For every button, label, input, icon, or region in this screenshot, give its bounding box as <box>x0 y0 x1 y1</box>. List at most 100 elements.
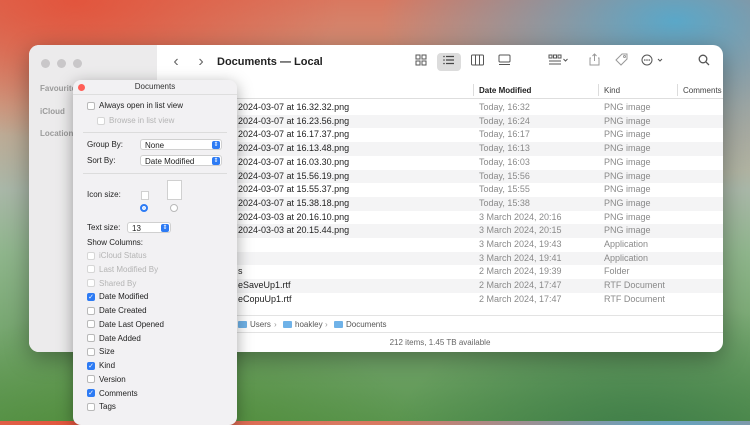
column-checkbox-last-modified-by[interactable]: Last Modified By <box>87 265 158 274</box>
group-icon[interactable] <box>545 53 571 71</box>
icon-view-icon[interactable] <box>410 53 432 71</box>
group-by-select[interactable]: None ⇕ <box>140 139 222 150</box>
column-checkbox-version[interactable]: Version <box>87 375 126 384</box>
small-icon-radio[interactable] <box>140 204 148 212</box>
chevron-updown-icon: ⇕ <box>212 141 220 149</box>
toolbar: ‹ › Documents — Local <box>157 45 723 82</box>
table-row[interactable]: 2024-03-07 at 15.55.37.png Today, 15:55 PN… <box>157 183 723 197</box>
column-checkbox-size[interactable]: Size <box>87 347 115 356</box>
file-kind: Folder <box>604 266 630 277</box>
table-row[interactable]: 2024-03-07 at 16.32.32.png Today, 16:32 PN… <box>157 101 723 115</box>
main-area: ‹ › Documents — Local Date Modified Kind… <box>157 45 723 352</box>
file-kind: PNG image <box>604 156 651 167</box>
list-view-icon[interactable] <box>437 53 461 71</box>
checkbox-icon <box>87 306 95 315</box>
table-row[interactable]: 2024-03-07 at 16.13.48.png Today, 16:13 PN… <box>157 142 723 156</box>
file-kind: PNG image <box>604 115 651 126</box>
table-row[interactable]: 2024-03-03 at 20.15.44.png 3 March 2024, … <box>157 224 723 238</box>
table-row[interactable]: eSaveUp1.rtf 2 March 2024, 17:47 RTF Docum… <box>157 279 723 293</box>
file-name: s <box>238 266 243 277</box>
traffic-lights <box>41 59 82 68</box>
file-kind: PNG image <box>604 211 651 222</box>
share-icon[interactable] <box>585 53 603 71</box>
table-row[interactable]: eCopuUp1.rtf 2 March 2024, 17:47 RTF Docum… <box>157 293 723 307</box>
more-icon[interactable] <box>639 53 667 71</box>
file-kind: PNG image <box>604 102 651 112</box>
column-checkbox-date-created[interactable]: Date Created <box>87 306 147 315</box>
file-kind: PNG image <box>604 184 651 195</box>
column-checkbox-date-last-opened[interactable]: Date Last Opened <box>87 320 164 329</box>
table-row[interactable]: 2024-03-07 at 15.38.18.png Today, 15:38 PN… <box>157 196 723 211</box>
folder-icon <box>238 321 247 328</box>
column-checkbox-kind[interactable]: ✓ Kind <box>87 361 115 370</box>
column-checkbox-comments[interactable]: ✓ Comments <box>87 389 138 398</box>
chevron-right-icon: › <box>325 320 328 329</box>
column-checkbox-shared-by[interactable]: Shared By <box>87 279 136 288</box>
file-kind: PNG image <box>604 129 651 140</box>
tag-icon[interactable] <box>612 53 630 71</box>
checkbox-icon <box>87 402 95 411</box>
table-row[interactable]: 3 March 2024, 19:43 Application <box>157 238 723 252</box>
panel-title: Documents <box>134 82 176 91</box>
path-item-users[interactable]: Users <box>238 320 271 329</box>
text-size-label: Text size: <box>87 223 121 232</box>
path-item-documents[interactable]: Documents <box>334 320 386 329</box>
column-date-modified[interactable]: Date Modified <box>479 86 531 95</box>
table-row[interactable]: 2024-03-07 at 16.03.30.png Today, 16:03 PN… <box>157 156 723 170</box>
always-open-list-checkbox[interactable]: Always open in list view <box>87 101 183 110</box>
close-window-button[interactable] <box>41 59 50 68</box>
table-row[interactable]: 2024-03-07 at 16.17.37.png Today, 16:17 PN… <box>157 128 723 142</box>
chevron-right-icon[interactable]: › <box>193 53 209 71</box>
group-by-label: Group By: <box>87 140 124 149</box>
file-name: 2024-03-07 at 15.56.19.png <box>238 170 350 181</box>
table-row[interactable]: 2024-03-07 at 15.56.19.png Today, 15:56 PN… <box>157 169 723 184</box>
checkbox-icon <box>87 279 95 287</box>
browse-list-checkbox[interactable]: Browse in list view <box>97 116 174 125</box>
file-kind: RTF Document <box>604 280 665 291</box>
column-checkbox-date-added[interactable]: Date Added <box>87 334 141 343</box>
sort-by-select[interactable]: Date Modified ⇕ <box>140 155 222 166</box>
zoom-window-button[interactable] <box>73 59 82 68</box>
table-row[interactable]: 3 March 2024, 19:41 Application <box>157 251 723 266</box>
file-kind: PNG image <box>604 225 651 236</box>
column-comments[interactable]: Comments <box>683 86 722 95</box>
folder-icon <box>334 321 343 328</box>
show-columns-label: Show Columns: <box>87 238 144 247</box>
chevron-left-icon[interactable]: ‹ <box>168 53 184 71</box>
file-date-modified: Today, 16:13 <box>479 143 530 154</box>
file-kind: PNG image <box>604 143 651 154</box>
column-checkbox-date-modified[interactable]: ✓ Date Modified <box>87 292 148 301</box>
file-date-modified: Today, 15:55 <box>479 184 530 195</box>
text-size-select[interactable]: 13 ⇕ <box>127 222 171 233</box>
table-row[interactable]: 2024-03-03 at 20.16.10.png 3 March 2024, … <box>157 211 723 225</box>
file-name: 2024-03-07 at 16.03.30.png <box>238 156 350 167</box>
file-date-modified: Today, 16:24 <box>479 115 530 126</box>
checkbox-icon <box>87 334 95 342</box>
sidebar-section-icloud[interactable]: iCloud <box>40 107 65 116</box>
column-checkbox-icloud-status[interactable]: iCloud Status <box>87 251 147 260</box>
file-name: eSaveUp1.rtf <box>238 280 291 291</box>
chevron-updown-icon: ⇕ <box>161 224 169 232</box>
status-bar: 212 items, 1.45 TB available <box>157 332 723 352</box>
path-item-hoakley[interactable]: hoakley <box>283 320 323 329</box>
gallery-view-icon[interactable] <box>493 53 515 71</box>
file-kind: PNG image <box>604 170 651 181</box>
path-bar: Users › hoakley › Documents <box>157 315 723 332</box>
small-icon-preview <box>141 191 149 200</box>
file-name: 2024-03-03 at 20.15.44.png <box>238 225 350 236</box>
search-icon[interactable] <box>695 53 713 71</box>
column-checkbox-tags[interactable]: Tags <box>87 402 116 411</box>
file-date-modified: 2 March 2024, 17:47 <box>479 280 562 291</box>
icon-size-label: Icon size: <box>87 190 121 199</box>
file-name: 2024-03-07 at 16.17.37.png <box>238 129 350 140</box>
chevron-right-icon: › <box>274 320 277 329</box>
file-kind: RTF Document <box>604 293 665 304</box>
table-row[interactable]: s 2 March 2024, 19:39 Folder <box>157 265 723 279</box>
column-kind[interactable]: Kind <box>604 86 620 95</box>
file-date-modified: Today, 16:32 <box>479 102 530 112</box>
large-icon-radio[interactable] <box>170 204 178 212</box>
minimize-window-button[interactable] <box>57 59 66 68</box>
column-view-icon[interactable] <box>466 53 488 71</box>
table-row[interactable]: 2024-03-07 at 16.23.56.png Today, 16:24 PN… <box>157 114 723 129</box>
file-kind: Application <box>604 252 649 263</box>
